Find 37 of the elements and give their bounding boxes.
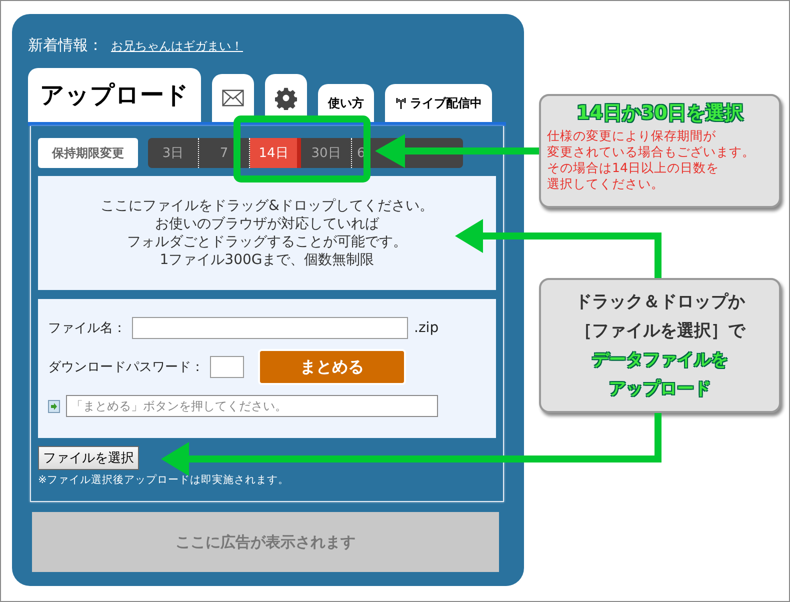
drop-instruction: お使いのブラウザが対応していれば bbox=[155, 215, 379, 233]
news-label: 新着情報： bbox=[28, 36, 103, 55]
password-field[interactable] bbox=[210, 356, 244, 378]
callout-text: データファイルを bbox=[592, 348, 728, 372]
callout-text: 変更されている場合もございます。 bbox=[547, 144, 755, 160]
callout-text: ドラック＆ドロップか bbox=[575, 290, 745, 314]
extension-label: .zip bbox=[414, 320, 439, 336]
drop-area[interactable]: ここにファイルをドラッグ&ドロップしてください。 お使いのブラウザが対応していれば フォルダごとドラッグすることが可能です。 1ファイル300Gまで、個数無制限 bbox=[38, 176, 496, 290]
filename-field[interactable] bbox=[132, 317, 408, 339]
callout-text: 選択してください。 bbox=[547, 176, 664, 192]
callout-text: 仕様の変更により保存期間が bbox=[547, 128, 716, 144]
callout-text: アップロード bbox=[609, 378, 711, 400]
tab[interactable] bbox=[212, 74, 254, 122]
choose-file-button[interactable]: ファイルを選択 bbox=[38, 446, 139, 470]
status-field[interactable]: 「まとめる」ボタンを押してください。 bbox=[66, 395, 438, 417]
drop-instruction: ここにファイルをドラッグ&ドロップしてください。 bbox=[100, 197, 434, 215]
password-label: ダウンロードパスワード： bbox=[48, 359, 204, 376]
drop-instruction: フォルダごとドラッグすることが可能です。 bbox=[127, 233, 407, 251]
antenna-icon bbox=[395, 97, 407, 109]
period-option[interactable]: 14日 bbox=[250, 138, 301, 168]
ad-banner: ここに広告が表示されます bbox=[32, 512, 499, 572]
mail-icon bbox=[222, 88, 244, 108]
callout-text: ［ファイルを選択］で bbox=[575, 320, 745, 342]
upload-note: ※ファイル選択後アップロードは即実施されます。 bbox=[38, 473, 290, 487]
submit-button[interactable]: まとめる bbox=[258, 349, 406, 385]
drop-instruction: 1ファイル300Gまで、個数無制限 bbox=[160, 251, 374, 269]
settings-icon bbox=[275, 86, 297, 110]
callout-text: その場合は14日以上の日数を bbox=[547, 160, 719, 176]
tab[interactable]: アップロード bbox=[28, 68, 201, 122]
callout-title: 14日か30日を選択 bbox=[576, 101, 744, 126]
tab[interactable]: ライブ配信中 bbox=[385, 84, 492, 122]
filename-label: ファイル名： bbox=[48, 320, 126, 337]
period-option[interactable]: 30日 bbox=[301, 138, 352, 168]
period-option[interactable]: 3日 bbox=[148, 138, 199, 168]
news-link[interactable]: お兄ちゃんはギガまい！ bbox=[111, 38, 243, 55]
arrow-icon bbox=[48, 400, 60, 412]
retention-button[interactable]: 保持期限変更 bbox=[38, 138, 138, 168]
